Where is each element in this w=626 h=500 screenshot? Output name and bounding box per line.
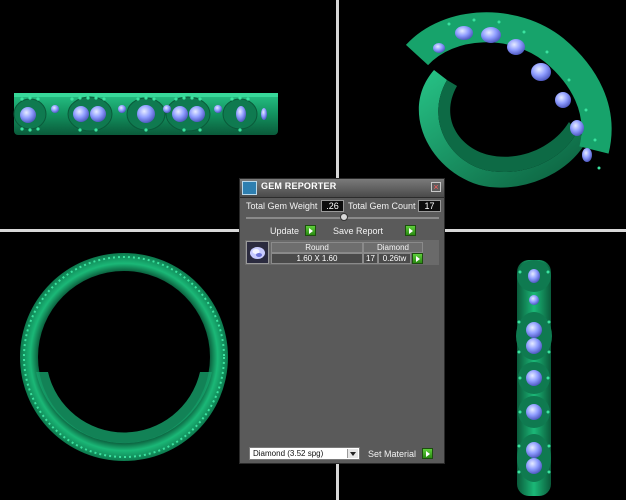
chevron-down-icon[interactable] — [347, 449, 358, 458]
green-arrow-icon[interactable] — [305, 225, 316, 236]
total-count-field[interactable]: 17 — [418, 200, 441, 212]
close-icon[interactable]: × — [431, 182, 441, 192]
material-select[interactable]: Diamond (3.52 spg) — [249, 447, 360, 460]
gem-thumbnail[interactable] — [246, 241, 269, 264]
total-weight-field[interactable]: .26 — [321, 200, 344, 212]
gem-size: 1.60 X 1.60 — [271, 253, 363, 264]
save-report-label: Save Report — [333, 226, 384, 236]
green-arrow-icon[interactable] — [405, 225, 416, 236]
set-material-button[interactable]: Set Material — [368, 448, 416, 460]
gem-reporter-panel: GEM REPORTER × Total Gem Weight .26 Tota… — [239, 178, 445, 464]
column-material: Diamond — [363, 242, 423, 253]
total-count-label: Total Gem Count — [348, 201, 416, 211]
panel-titlebar[interactable]: GEM REPORTER × — [240, 179, 444, 198]
green-arrow-icon[interactable] — [422, 448, 433, 459]
total-weight-label: Total Gem Weight — [246, 201, 318, 211]
slider-handle[interactable] — [340, 213, 348, 221]
material-select-value: Diamond (3.52 spg) — [253, 449, 324, 458]
green-arrow-icon[interactable] — [412, 253, 423, 264]
gem-weight: 0.26tw — [378, 253, 411, 264]
set-material-label: Set Material — [368, 449, 417, 459]
panel-title: GEM REPORTER — [261, 181, 337, 191]
gem-count: 17 — [363, 253, 378, 264]
column-shape: Round — [271, 242, 363, 253]
update-button[interactable]: Update — [270, 225, 299, 237]
gem-reporter-icon — [242, 181, 257, 195]
update-button-label: Update — [270, 226, 300, 236]
diamond-icon — [250, 247, 265, 259]
save-report-button[interactable]: Save Report — [333, 225, 383, 237]
